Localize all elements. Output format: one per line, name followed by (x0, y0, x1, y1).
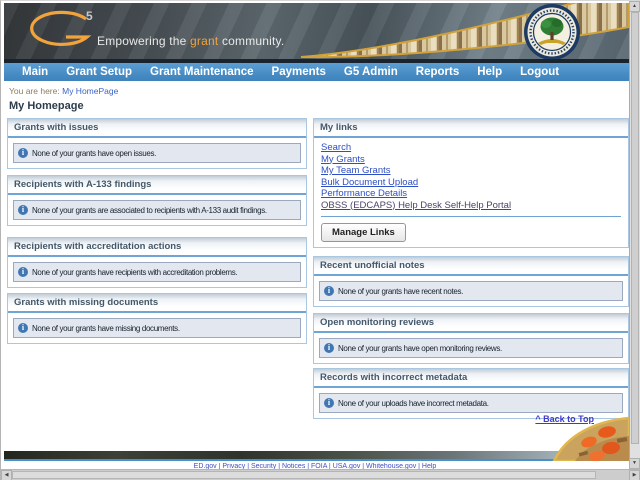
panel-title: My links (314, 119, 628, 138)
vertical-scrollbar[interactable]: ▲ ▼ (629, 1, 640, 469)
info-message: i None of your grants have open monitori… (319, 338, 623, 358)
info-text: None of your grants have missing documen… (32, 323, 180, 333)
main-navbar: Main Grant Setup Grant Maintenance Payme… (4, 59, 629, 81)
panel-title: Grants with missing documents (8, 294, 306, 313)
panel-missing-documents: Grants with missing documents i None of … (7, 293, 307, 344)
breadcrumb: You are here: My HomePage (9, 86, 118, 96)
breadcrumb-label: You are here: (9, 86, 60, 96)
panel-a133-findings: Recipients with A-133 findings i None of… (7, 175, 307, 226)
department-of-education-seal-icon (524, 4, 580, 59)
link-search[interactable]: Search (321, 142, 621, 154)
info-text: None of your grants have open monitoring… (338, 343, 502, 353)
nav-item-logout[interactable]: Logout (511, 63, 568, 81)
nav-item-grant-maintenance[interactable]: Grant Maintenance (141, 63, 263, 81)
g5-logo-sup: 5 (86, 9, 93, 23)
header-banner: 5 Empowering the grant community. (4, 3, 629, 59)
scroll-down-icon[interactable]: ▼ (629, 458, 640, 469)
info-message: i None of your uploads have incorrect me… (319, 393, 623, 413)
info-icon: i (18, 148, 28, 158)
link-bulk-document-upload[interactable]: Bulk Document Upload (321, 177, 621, 189)
tagline-suffix: community. (218, 34, 285, 48)
info-message: i None of your grants have recipients wi… (13, 262, 301, 282)
manage-links-button[interactable]: Manage Links (321, 223, 406, 242)
nav-item-main[interactable]: Main (13, 63, 57, 81)
panel-accreditation-actions: Recipients with accreditation actions i … (7, 237, 307, 288)
tagline-prefix: Empowering the (97, 34, 191, 48)
horizontal-scrollbar[interactable]: ◀ ▶ (1, 469, 640, 480)
info-message: i None of your grants have recent notes. (319, 281, 623, 301)
info-message: i None of your grants have open issues. (13, 143, 301, 163)
panel-unofficial-notes: Recent unofficial notes i None of your g… (313, 256, 629, 307)
info-text: None of your grants have recipients with… (32, 267, 238, 277)
info-text: None of your grants have recent notes. (338, 286, 464, 296)
link-performance-details[interactable]: Performance Details (321, 188, 621, 200)
links-divider (321, 216, 621, 217)
info-icon: i (324, 343, 334, 353)
link-my-grants[interactable]: My Grants (321, 154, 621, 166)
panel-title: Recipients with accreditation actions (8, 238, 306, 257)
left-column: Grants with issues i None of your grants… (7, 118, 307, 344)
link-obss-help-desk[interactable]: OBSS (EDCAPS) Help Desk Self-Help Portal (321, 200, 621, 212)
panel-title: Open monitoring reviews (314, 314, 628, 333)
right-column: My links Search My Grants My Team Grants… (313, 118, 629, 419)
info-message: i None of your grants are associated to … (13, 200, 301, 220)
nav-item-help[interactable]: Help (468, 63, 511, 81)
nav-item-reports[interactable]: Reports (407, 63, 468, 81)
info-message: i None of your grants have missing docum… (13, 318, 301, 338)
link-my-team-grants[interactable]: My Team Grants (321, 165, 621, 177)
panel-my-links: My links Search My Grants My Team Grants… (313, 118, 629, 248)
page-title: My Homepage (9, 100, 84, 112)
g5-homepage: 5 Empowering the grant community. Main G… (0, 0, 640, 480)
tagline: Empowering the grant community. (97, 34, 284, 48)
panel-grants-with-issues: Grants with issues i None of your grants… (7, 118, 307, 169)
vertical-scrollbar-thumb[interactable] (631, 12, 639, 444)
info-icon: i (324, 398, 334, 408)
panel-monitoring-reviews: Open monitoring reviews i None of your g… (313, 313, 629, 364)
tagline-highlight: grant (190, 34, 219, 48)
horizontal-scrollbar-thumb[interactable] (12, 471, 596, 479)
info-icon: i (324, 286, 334, 296)
info-text: None of your grants are associated to re… (32, 205, 267, 215)
panel-title: Records with incorrect metadata (314, 369, 628, 388)
panel-incorrect-metadata: Records with incorrect metadata i None o… (313, 368, 629, 419)
info-icon: i (18, 205, 28, 215)
footer-photo-strip (4, 451, 629, 461)
scroll-left-icon[interactable]: ◀ (1, 470, 12, 480)
info-icon: i (18, 323, 28, 333)
breadcrumb-current-link[interactable]: My HomePage (62, 86, 118, 96)
nav-item-g5-admin[interactable]: G5 Admin (335, 63, 407, 81)
panel-title: Recent unofficial notes (314, 257, 628, 276)
info-icon: i (18, 267, 28, 277)
scroll-up-icon[interactable]: ▲ (629, 1, 640, 12)
panel-title: Grants with issues (8, 119, 306, 138)
info-text: None of your grants have open issues. (32, 148, 157, 158)
info-text: None of your uploads have incorrect meta… (338, 398, 489, 408)
nav-item-grant-setup[interactable]: Grant Setup (57, 63, 141, 81)
nav-item-payments[interactable]: Payments (263, 63, 335, 81)
scroll-right-icon[interactable]: ▶ (629, 470, 640, 480)
panel-title: Recipients with A-133 findings (8, 176, 306, 195)
back-to-top-link[interactable]: ^ Back to Top (535, 414, 594, 424)
